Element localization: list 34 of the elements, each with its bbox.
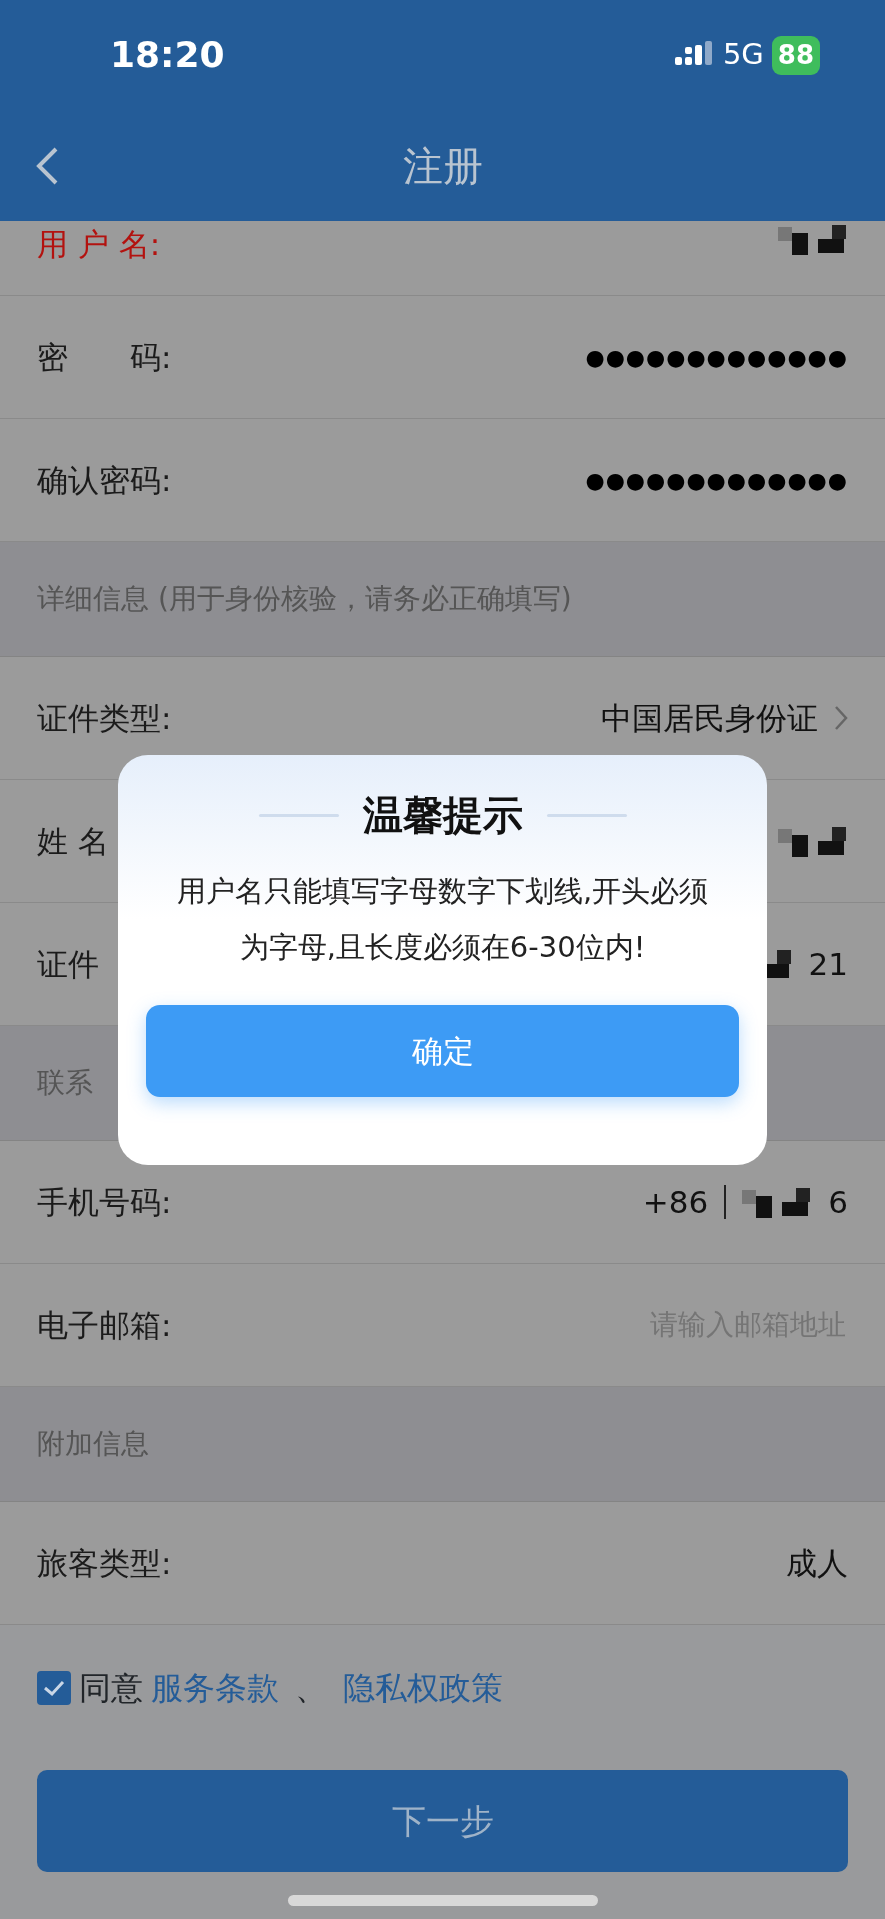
checkbox[interactable]: [37, 1670, 71, 1705]
page-title: 注册: [402, 141, 483, 191]
agree-label: 同意: [79, 1667, 143, 1709]
battery-level: 88: [771, 35, 820, 75]
section-title: 联系: [37, 1065, 93, 1101]
back-icon[interactable]: [34, 146, 60, 186]
section-title: 附加信息: [37, 1426, 149, 1462]
confirm-button[interactable]: 确定: [146, 1005, 739, 1097]
field-value: ●●●●●●●●●●●●●: [585, 466, 848, 495]
network-label: 5G: [722, 36, 764, 74]
field-label: 电子邮箱:: [37, 1305, 172, 1345]
select-value: 中国居民身份证: [601, 698, 818, 738]
field-value: 成人: [786, 1543, 848, 1583]
field-label: 手机号码:: [37, 1182, 172, 1222]
status-time: 18:20: [110, 33, 225, 77]
dialog-message: 用户名只能填写字母数字下划线,开头必须为字母,且长度必须在6-30位内!: [175, 873, 710, 966]
dialog-title: 温馨提示: [362, 791, 523, 840]
separator-mark: 、: [295, 1667, 327, 1709]
chevron-icon[interactable]: [834, 705, 848, 731]
field-value: 6: [828, 1182, 848, 1222]
field-label: 密 码:: [37, 337, 172, 377]
field-label: 证件: [37, 944, 99, 984]
field-value: ●●●●●●●●●●●●●: [585, 343, 848, 372]
field-label: 用 户 名:: [37, 225, 161, 264]
field-value: 21: [808, 944, 848, 984]
field-label: 确认密码:: [37, 460, 172, 500]
field-label: 旅客类型:: [37, 1543, 172, 1583]
field-label: 证件类型:: [37, 698, 172, 738]
field-label: 姓 名: [37, 821, 109, 861]
section-title: 详细信息 (用于身份核验，请务必正确填写): [37, 581, 572, 617]
country-code: +86: [642, 1182, 709, 1222]
terms-link[interactable]: 隐私权政策: [343, 1663, 503, 1712]
terms-link[interactable]: 服务条款: [151, 1663, 279, 1712]
next-button[interactable]: 下一步: [37, 1770, 848, 1872]
